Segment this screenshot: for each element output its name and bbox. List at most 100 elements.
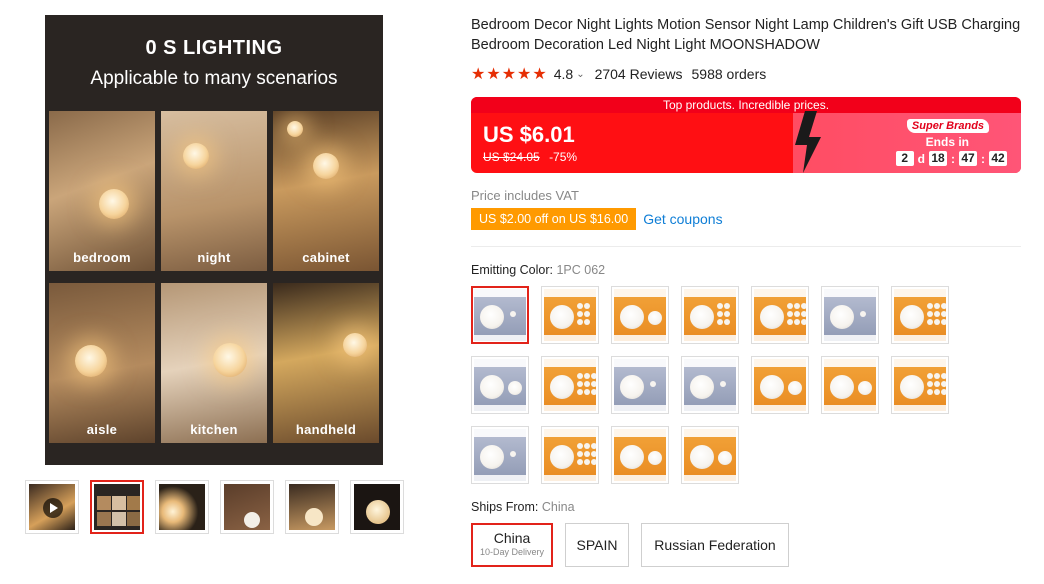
thumbnail-1[interactable] — [90, 480, 144, 534]
scene-tile-bedroom: bedroom — [49, 111, 155, 271]
lamp-dot-icon — [591, 381, 596, 387]
swatch-header-strip — [754, 289, 806, 297]
color-swatch[interactable] — [471, 286, 529, 344]
swatch-footer-strip — [474, 475, 526, 481]
original-price: US $24.05 — [483, 150, 540, 164]
reviews-link[interactable]: 2704 Reviews — [595, 66, 683, 82]
swatch-thumbnail — [684, 289, 736, 341]
swatch-thumbnail — [754, 359, 806, 411]
ship-option-china[interactable]: China 10-Day Delivery — [471, 523, 553, 567]
swatch-footer-strip — [824, 335, 876, 341]
ships-from-value: China — [541, 500, 575, 514]
lamp-dot-icon — [934, 311, 940, 317]
color-swatch[interactable] — [681, 286, 739, 344]
lamp-dot-icon — [794, 311, 800, 317]
color-label: Emitting Color: — [471, 263, 553, 277]
ship-option-spain[interactable]: SPAIN — [565, 523, 629, 567]
swatch-header-strip — [614, 429, 666, 437]
lamp-disc-icon — [900, 305, 924, 329]
lamp-dot-icon — [794, 319, 800, 325]
color-swatch[interactable] — [471, 356, 529, 414]
color-label-row: Emitting Color: 1PC 062 — [471, 263, 605, 277]
scene-caption: cabinet — [302, 250, 350, 265]
thumbnail-6[interactable] — [350, 480, 404, 534]
swatch-header-strip — [544, 429, 596, 437]
swatch-footer-strip — [684, 335, 736, 341]
swatch-thumbnail — [544, 359, 596, 411]
ends-in-label: Ends in — [925, 135, 969, 149]
lamp-dot-icon — [724, 311, 730, 317]
color-swatch[interactable] — [611, 286, 669, 344]
scene-caption: night — [197, 250, 231, 265]
countdown-days-unit: d — [917, 151, 925, 166]
swatch-footer-strip — [754, 405, 806, 411]
thumbnail-2[interactable] — [155, 480, 209, 534]
lamp-dot-icon — [577, 373, 583, 379]
swatch-footer-strip — [894, 335, 946, 341]
color-swatch[interactable] — [821, 286, 879, 344]
rating-row: ★★★★★ 4.8 ⌄ 2704 Reviews 5988 orders — [471, 64, 766, 84]
coupon-tag[interactable]: US $2.00 off on US $16.00 — [471, 208, 637, 230]
color-swatch[interactable] — [681, 426, 739, 484]
rating-value[interactable]: 4.8 — [554, 66, 573, 82]
color-swatch[interactable] — [891, 286, 949, 344]
thumbnail-3[interactable] — [220, 480, 274, 534]
ship-option-russian-federation[interactable]: Russian Federation — [641, 523, 789, 567]
color-swatch[interactable] — [611, 426, 669, 484]
scene-caption: handheld — [295, 422, 357, 437]
image-headline: 0 S LIGHTING — [145, 37, 283, 59]
countdown-hours: 18 — [929, 151, 947, 166]
color-swatch[interactable] — [471, 426, 529, 484]
swatch-footer-strip — [684, 405, 736, 411]
color-swatch[interactable] — [541, 286, 599, 344]
lamp-dot-icon — [860, 311, 866, 317]
lamp-dot-icon — [724, 303, 730, 309]
super-brands-badge: Super Brands — [907, 119, 989, 133]
lamp-dot-icon — [577, 443, 583, 449]
swatch-footer-strip — [474, 335, 526, 341]
lamp-dot-icon — [577, 311, 583, 317]
lamp-glow — [287, 121, 303, 137]
countdown-days: 2 — [895, 151, 914, 166]
lamp-dot-icon — [801, 303, 806, 309]
main-product-image[interactable]: 0 S LIGHTING Applicable to many scenario… — [45, 15, 383, 465]
color-swatch[interactable] — [541, 356, 599, 414]
swatch-footer-strip — [474, 405, 526, 411]
lamp-glow — [213, 343, 247, 377]
color-swatch[interactable] — [751, 286, 809, 344]
get-coupons-link[interactable]: Get coupons — [643, 211, 722, 227]
lamp-disc-icon — [900, 375, 924, 399]
swatch-footer-strip — [894, 405, 946, 411]
color-swatch[interactable] — [681, 356, 739, 414]
lamp-disc-icon — [508, 381, 522, 395]
scene-tile-kitchen: kitchen — [161, 283, 267, 443]
color-swatch[interactable] — [541, 426, 599, 484]
color-swatch[interactable] — [611, 356, 669, 414]
lamp-dot-icon — [577, 459, 583, 465]
star-rating-icon: ★★★★★ — [471, 66, 548, 83]
swatch-header-strip — [754, 359, 806, 367]
current-price: US $6.01 — [483, 122, 575, 147]
countdown-seconds: 42 — [989, 151, 1007, 166]
lamp-disc-icon — [830, 305, 854, 329]
lamp-dot-icon — [927, 311, 933, 317]
ship-option-delivery: 10-Day Delivery — [479, 547, 545, 557]
lamp-disc-icon — [550, 445, 574, 469]
swatch-header-strip — [614, 289, 666, 297]
scene-tile-night: night — [161, 111, 267, 271]
lamp-dot-icon — [717, 303, 723, 309]
color-swatch[interactable] — [821, 356, 879, 414]
lamp-dot-icon — [584, 373, 590, 379]
lamp-disc-icon — [620, 305, 644, 329]
color-swatch[interactable] — [891, 356, 949, 414]
lamp-dot-icon — [927, 319, 933, 325]
lamp-disc-icon — [648, 451, 662, 465]
lamp-disc-icon — [620, 445, 644, 469]
color-swatch[interactable] — [751, 356, 809, 414]
thumbnail-4[interactable] — [285, 480, 339, 534]
swatch-footer-strip — [614, 475, 666, 481]
thumbnail-video[interactable] — [25, 480, 79, 534]
lamp-dot-icon — [720, 381, 726, 387]
swatch-header-strip — [474, 429, 526, 437]
chevron-down-icon[interactable]: ⌄ — [576, 69, 584, 80]
